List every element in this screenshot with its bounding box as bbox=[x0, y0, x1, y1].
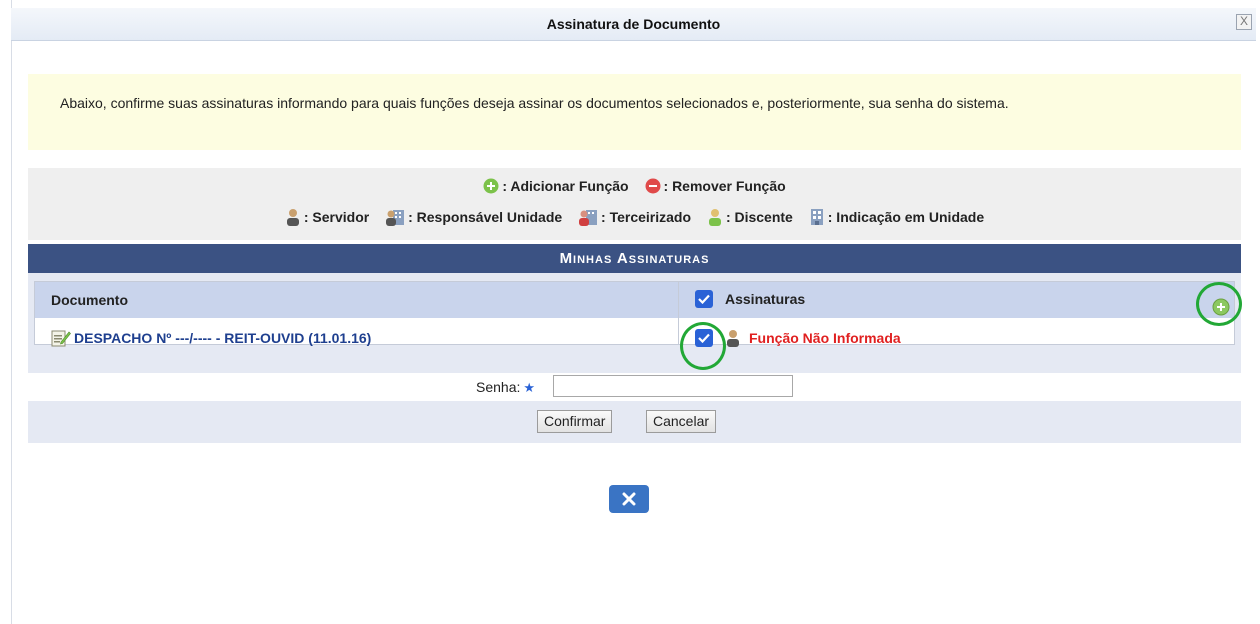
dialog-titlebar: Assinatura de Documento X bbox=[11, 8, 1256, 41]
checkmark-icon bbox=[698, 333, 710, 343]
discente-person-icon bbox=[708, 209, 721, 226]
add-circle-icon bbox=[483, 178, 499, 194]
signatures-table: Documento Assinaturas DESPACHO Nº ---/--… bbox=[34, 281, 1235, 347]
signatures-panel: Documento Assinaturas DESPACHO Nº ---/--… bbox=[28, 273, 1241, 443]
function-status: Função Não Informada bbox=[749, 330, 901, 346]
password-row: Senha: ★ bbox=[28, 373, 1241, 401]
close-dialog-button[interactable] bbox=[609, 485, 649, 513]
table-header: Documento Assinaturas bbox=[35, 282, 1234, 318]
legend-add-function: : Adicionar Função bbox=[483, 178, 629, 194]
checkmark-icon bbox=[698, 294, 710, 304]
password-input[interactable] bbox=[553, 375, 793, 397]
edit-document-icon bbox=[51, 330, 71, 347]
legend-label: : Servidor bbox=[303, 209, 370, 225]
legend-discente: : Discente bbox=[707, 208, 793, 226]
column-header-assinaturas: Assinaturas bbox=[695, 290, 805, 308]
password-label: Senha: ★ bbox=[476, 379, 535, 396]
legend-label: : Responsável Unidade bbox=[408, 209, 563, 225]
required-star-icon: ★ bbox=[523, 380, 536, 395]
remove-circle-icon bbox=[645, 178, 661, 194]
document-link[interactable]: DESPACHO Nº ---/---- - REIT-OUVID (11.01… bbox=[51, 329, 371, 347]
legend-label: : Discente bbox=[725, 209, 793, 225]
document-title: DESPACHO Nº ---/---- - REIT-OUVID (11.01… bbox=[74, 330, 372, 346]
icon-legend: : Adicionar Função : Remover Função : Se… bbox=[28, 168, 1241, 240]
legend-indicacao-unidade: : Indicação em Unidade bbox=[809, 208, 984, 226]
signature-checkbox[interactable] bbox=[695, 329, 713, 347]
add-function-button[interactable] bbox=[1212, 298, 1230, 319]
instructions-box: Abaixo, confirme suas assinaturas inform… bbox=[28, 74, 1241, 150]
assinaturas-label: Assinaturas bbox=[725, 291, 806, 307]
confirm-button[interactable]: Confirmar bbox=[537, 410, 613, 433]
signature-cell: Função Não Informada bbox=[695, 329, 901, 347]
servidor-person-icon bbox=[727, 330, 739, 347]
legend-label: : Adicionar Função bbox=[502, 178, 629, 194]
legend-responsavel-unidade: : Responsável Unidade bbox=[385, 208, 562, 226]
responsavel-unidade-icon bbox=[386, 210, 405, 226]
terceirizado-icon bbox=[579, 210, 598, 226]
section-title: Minhas Assinaturas bbox=[28, 244, 1241, 273]
buttons-row: Confirmar Cancelar bbox=[28, 405, 1241, 437]
add-circle-icon bbox=[1212, 298, 1230, 316]
dialog-title: Assinatura de Documento bbox=[546, 16, 721, 32]
column-header-documento: Documento bbox=[51, 292, 128, 308]
legend-remove-function: : Remover Função bbox=[645, 178, 786, 194]
password-label-text: Senha: bbox=[476, 379, 521, 395]
legend-label: : Remover Função bbox=[663, 178, 786, 194]
cancel-button[interactable]: Cancelar bbox=[646, 410, 717, 433]
legend-terceirizado: : Terceirizado bbox=[578, 208, 691, 226]
select-all-checkbox[interactable] bbox=[695, 290, 713, 308]
window-left-edge bbox=[0, 0, 12, 624]
indicacao-unidade-icon bbox=[810, 209, 823, 225]
legend-label: : Terceirizado bbox=[601, 209, 692, 225]
servidor-person-icon bbox=[286, 209, 299, 226]
legend-label: : Indicação em Unidade bbox=[827, 209, 985, 225]
table-row: DESPACHO Nº ---/---- - REIT-OUVID (11.01… bbox=[35, 319, 1234, 347]
close-icon[interactable]: X bbox=[1236, 14, 1252, 30]
close-icon bbox=[622, 492, 636, 506]
legend-servidor: : Servidor bbox=[285, 208, 369, 226]
